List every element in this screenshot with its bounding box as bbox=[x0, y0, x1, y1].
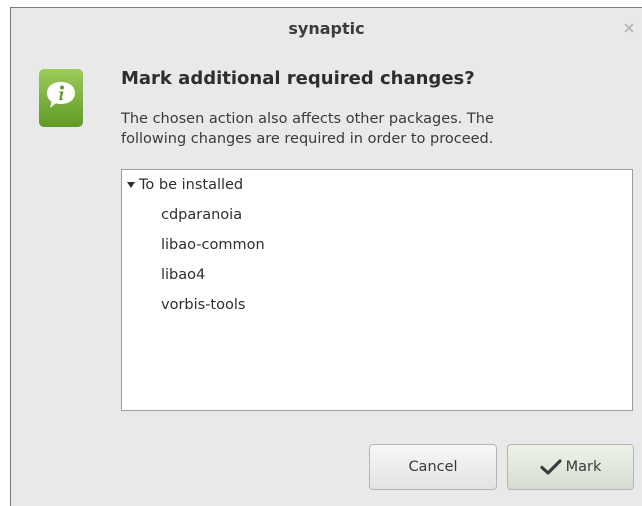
dialog-heading: Mark additional required changes? bbox=[121, 68, 475, 89]
message-line: The chosen action also affects other pac… bbox=[121, 111, 494, 127]
package-row[interactable]: libao-common bbox=[161, 237, 265, 253]
mark-button[interactable]: Mark bbox=[507, 444, 634, 490]
package-row[interactable]: vorbis-tools bbox=[161, 297, 245, 313]
close-button[interactable] bbox=[622, 21, 636, 35]
message-line: following changes are required in order … bbox=[121, 131, 494, 147]
dialog-window: synaptic Mark additional required change… bbox=[10, 7, 642, 506]
dialog-message: The chosen action also affects other pac… bbox=[121, 109, 601, 149]
cancel-button-label: Cancel bbox=[408, 459, 458, 475]
checkmark-icon bbox=[540, 459, 562, 475]
window-title: synaptic bbox=[288, 18, 365, 38]
tree-group-to-be-installed[interactable]: To be installed bbox=[126, 177, 243, 193]
close-icon bbox=[624, 23, 634, 33]
changes-tree[interactable]: To be installed cdparanoia libao-common … bbox=[121, 169, 633, 411]
package-row[interactable]: libao4 bbox=[161, 267, 205, 283]
info-icon bbox=[39, 69, 83, 127]
package-row[interactable]: cdparanoia bbox=[161, 207, 242, 223]
cancel-button[interactable]: Cancel bbox=[369, 444, 497, 490]
mark-button-label: Mark bbox=[565, 459, 602, 475]
expander-triangle-icon[interactable] bbox=[126, 180, 136, 190]
tree-group-label: To be installed bbox=[139, 177, 244, 193]
title-bar[interactable]: synaptic bbox=[11, 8, 642, 48]
